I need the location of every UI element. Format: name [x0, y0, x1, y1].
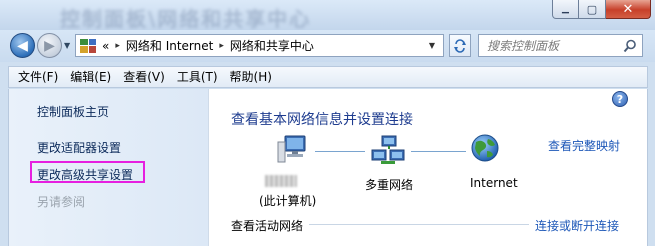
- address-dropdown-icon[interactable]: ▼: [425, 41, 439, 50]
- multiple-networks-node: [371, 135, 405, 170]
- view-full-map-link[interactable]: 查看完整映射: [548, 137, 620, 154]
- menu-view[interactable]: 查看(V): [117, 67, 171, 87]
- computer-name-redacted: [265, 175, 297, 187]
- close-button[interactable]: ✕: [606, 0, 651, 19]
- back-arrow-icon: ◀: [17, 37, 28, 54]
- help-icon[interactable]: ?: [612, 91, 628, 107]
- this-computer-label: (此计算机): [259, 194, 317, 208]
- back-button[interactable]: ◀: [10, 33, 35, 58]
- minimize-button[interactable]: ▁: [552, 0, 579, 19]
- title-bar: 控制面板\网络和共享中心 ▁ ▢ ✕: [0, 0, 655, 31]
- change-adapter-settings-link[interactable]: 更改适配器设置: [37, 139, 121, 156]
- forward-button[interactable]: ▶: [37, 33, 62, 58]
- content-area: 控制面板主页 更改适配器设置 更改高级共享设置 另请参阅 ? 查看基本网络信息并…: [8, 89, 648, 246]
- maximize-button[interactable]: ▢: [579, 0, 606, 19]
- this-computer-node: [277, 134, 313, 169]
- breadcrumb-network-sharing-center[interactable]: 网络和共享中心: [230, 37, 314, 54]
- menu-help[interactable]: 帮助(H): [224, 67, 278, 87]
- globe-icon: [471, 134, 499, 162]
- connection-line: [315, 151, 365, 152]
- search-icon[interactable]: [623, 39, 637, 53]
- window-title-blurred: 控制面板\网络和共享中心: [60, 7, 312, 31]
- network-icon: [371, 135, 405, 164]
- breadcrumb-separator[interactable]: ▸: [115, 41, 120, 51]
- internet-label: Internet: [470, 176, 518, 190]
- breadcrumb: « ▸ 网络和 Internet ▸ 网络和共享中心: [102, 37, 314, 54]
- section-divider: [309, 224, 529, 225]
- search-box[interactable]: [478, 34, 643, 57]
- refresh-icon: [454, 38, 466, 53]
- see-also-heading: 另请参阅: [37, 195, 86, 209]
- connect-disconnect-link[interactable]: 连接或断开连接: [535, 217, 619, 234]
- forward-arrow-icon: ▶: [44, 37, 55, 54]
- close-icon: ✕: [622, 1, 634, 17]
- minimize-icon: ▁: [562, 4, 569, 14]
- task-pane: 控制面板主页 更改适配器设置 更改高级共享设置 另请参阅: [9, 89, 209, 246]
- menu-bar: 文件(F) 编辑(E) 查看(V) 工具(T) 帮助(H): [8, 66, 648, 88]
- connection-line: [411, 151, 466, 152]
- caption-buttons: ▁ ▢ ✕: [552, 0, 651, 20]
- search-input[interactable]: [487, 38, 622, 53]
- navigation-bar: ◀ ▶ ▼ « ▸ 网络和 Internet ▸ 网络和共享中心 ▼: [0, 30, 655, 62]
- recent-pages-dropdown[interactable]: ▼: [64, 41, 70, 50]
- breadcrumb-network-internet[interactable]: 网络和 Internet: [126, 37, 213, 54]
- maximize-icon: ▢: [586, 2, 598, 16]
- computer-icon: [277, 135, 306, 163]
- control-panel-icon: [80, 38, 96, 53]
- menu-file[interactable]: 文件(F): [9, 67, 64, 87]
- address-bar[interactable]: « ▸ 网络和 Internet ▸ 网络和共享中心 ▼: [75, 34, 444, 57]
- change-advanced-sharing-link[interactable]: 更改高级共享设置: [37, 166, 133, 183]
- breadcrumb-separator[interactable]: ▸: [219, 41, 224, 51]
- active-networks-heading: 查看活动网络: [231, 219, 304, 233]
- internet-node: [470, 133, 500, 166]
- page-title: 查看基本网络信息并设置连接: [231, 112, 413, 128]
- control-panel-home-link[interactable]: 控制面板主页: [37, 103, 109, 120]
- multiple-networks-label: 多重网络: [365, 178, 414, 192]
- menu-edit[interactable]: 编辑(E): [64, 67, 117, 87]
- menu-tools[interactable]: 工具(T): [171, 67, 224, 87]
- refresh-button[interactable]: [449, 34, 471, 57]
- breadcrumb-overflow[interactable]: «: [102, 39, 109, 53]
